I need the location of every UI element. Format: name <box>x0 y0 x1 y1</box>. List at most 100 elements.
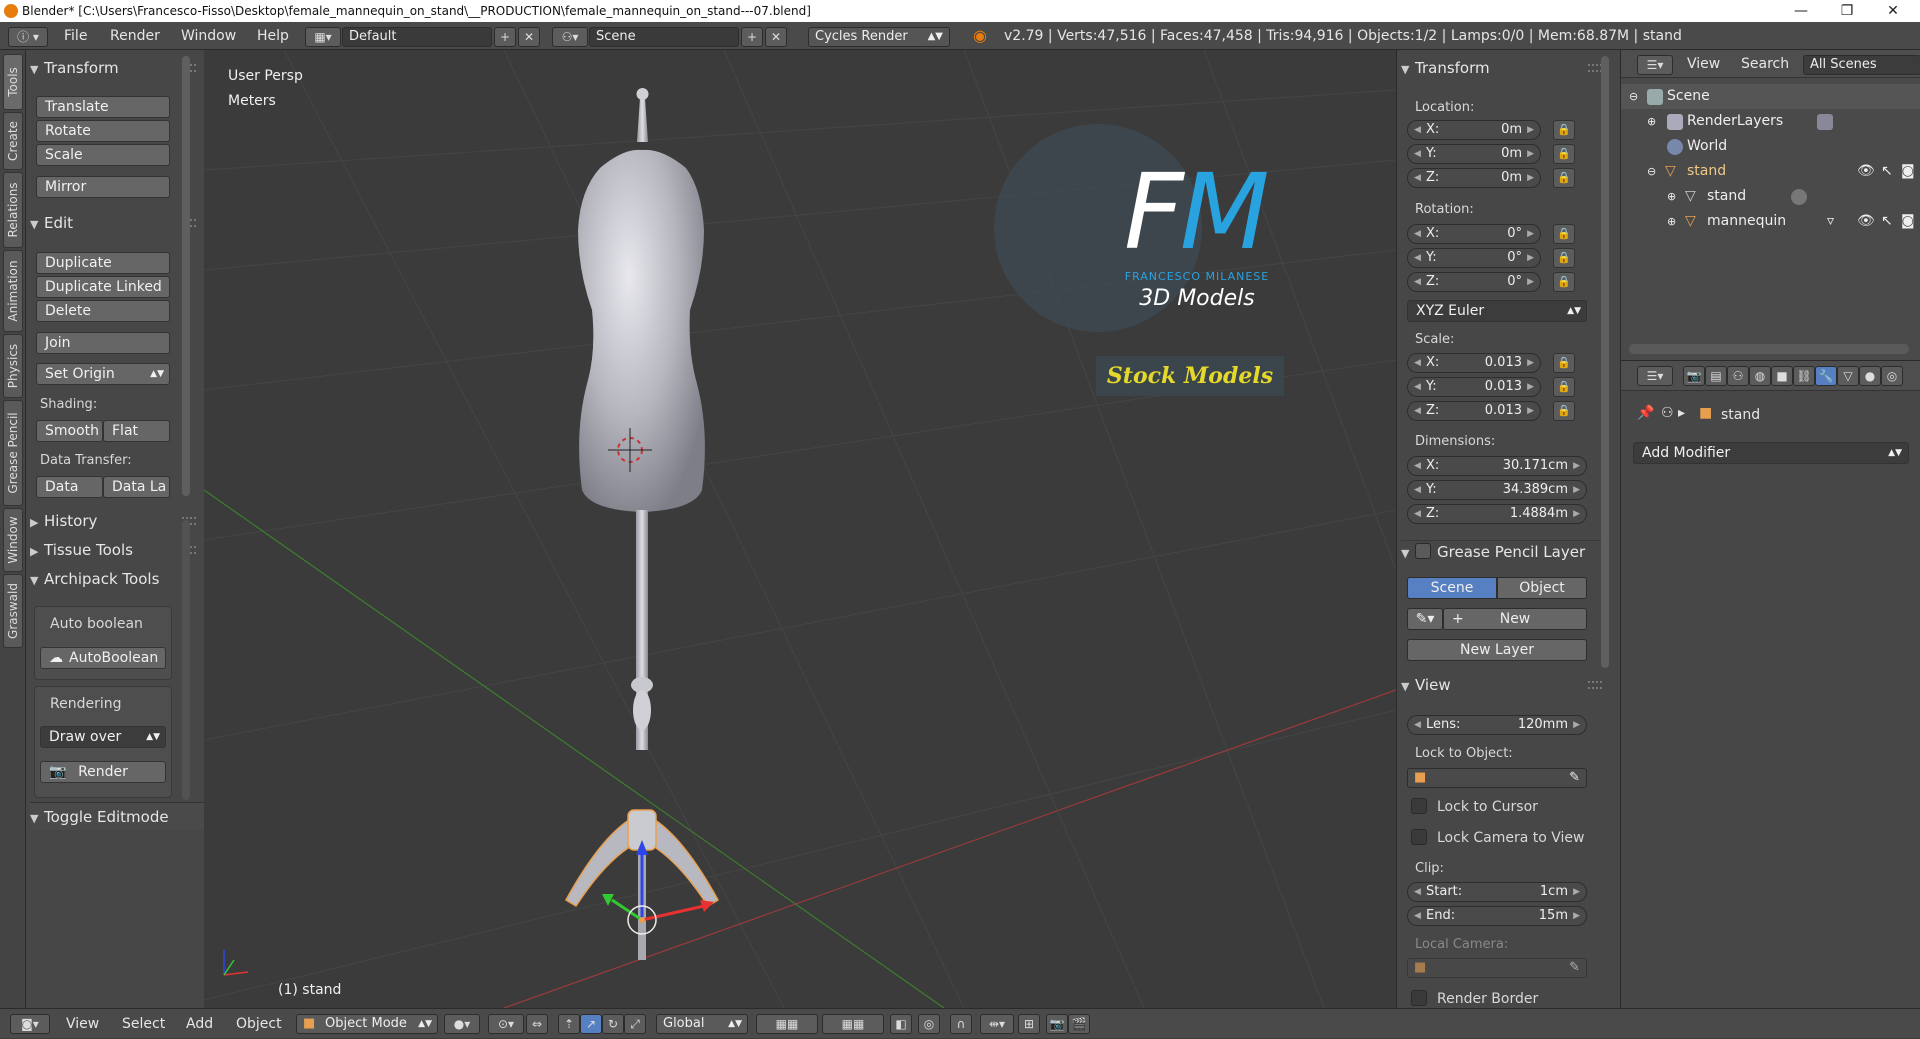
dimensions-y-field[interactable]: ◀ Y: 34.389cm ▶ <box>1407 480 1587 500</box>
local-camera-field[interactable]: ■ ✎ <box>1407 958 1587 978</box>
editor-type-3d-icon[interactable]: ◙▾ <box>10 1014 50 1034</box>
transform-orientation-select[interactable]: Global ▲▼ <box>656 1014 748 1034</box>
pivot-point-icon[interactable]: ⊙▾ <box>488 1014 524 1034</box>
tab-window[interactable]: Window <box>3 508 23 572</box>
translate-button[interactable]: Translate <box>36 96 170 118</box>
outliner-filter-select[interactable]: All Scenes <box>1803 55 1920 75</box>
tab-tools[interactable]: Tools <box>3 54 23 110</box>
add-layout-icon[interactable]: + <box>494 27 516 47</box>
tab-graswald[interactable]: Graswald <box>3 574 23 648</box>
minimize-button[interactable]: — <box>1778 0 1824 22</box>
modifiers-tab-icon[interactable]: 🔧 <box>1815 366 1837 386</box>
viewport-shading-icon[interactable]: ●▾ <box>444 1014 480 1034</box>
toolshelf-scrollbar-track[interactable] <box>182 520 190 800</box>
edit-panel-header[interactable]: ▼ Edit <box>30 212 73 234</box>
rotate-widget-icon[interactable]: ↻ <box>602 1014 624 1034</box>
panel-grip-icon[interactable] <box>1588 681 1602 689</box>
scale-y-field[interactable]: ◀ Y: 0.013 ▶ <box>1407 377 1541 397</box>
scale-button[interactable]: Scale <box>36 144 170 166</box>
lock-to-cursor-checkbox[interactable] <box>1411 798 1427 814</box>
outliner-row-stand-mesh[interactable]: ⊕ ▽ stand <box>1621 184 1920 209</box>
physics-tab-icon[interactable]: ◎ <box>1881 366 1903 386</box>
rotation-x-field[interactable]: ◀ X: 0° ▶ <box>1407 224 1541 244</box>
render-border-checkbox[interactable] <box>1411 990 1427 1006</box>
scale-x-field[interactable]: ◀ X: 0.013 ▶ <box>1407 353 1541 373</box>
transform-panel-header[interactable]: ▼ Transform <box>30 57 119 79</box>
opengl-animation-icon[interactable]: 🎬 <box>1068 1014 1090 1034</box>
scene-icon[interactable]: ⚇▾ <box>552 27 588 47</box>
scene-field[interactable]: Scene <box>589 27 739 47</box>
rotation-mode-select[interactable]: XYZ Euler ▲▼ <box>1407 300 1587 322</box>
history-panel-header[interactable]: ▶ History <box>30 510 97 532</box>
scene-tab-icon[interactable]: ⚇ <box>1727 366 1749 386</box>
manipulator-toggle-icon[interactable]: ⇔ <box>526 1014 548 1034</box>
remove-scene-icon[interactable]: ✕ <box>765 27 787 47</box>
view-panel-header[interactable]: ▼ View <box>1401 674 1451 696</box>
rotate-button[interactable]: Rotate <box>36 120 170 142</box>
scale-z-field[interactable]: ◀ Z: 0.013 ▶ <box>1407 401 1541 421</box>
tab-animation[interactable]: Animation <box>3 250 23 332</box>
location-z-field[interactable]: ◀ Z: 0m ▶ <box>1407 168 1541 188</box>
visibility-eye-icon[interactable]: 👁 <box>1857 159 1875 184</box>
delete-button[interactable]: Delete <box>36 300 170 322</box>
close-button[interactable]: ✕ <box>1870 0 1916 22</box>
selectable-arrow-icon[interactable]: ↖ <box>1881 209 1893 234</box>
lock-icon[interactable]: 🔒 <box>1553 144 1575 164</box>
toolshelf-scrollbar[interactable] <box>182 56 190 496</box>
outliner-row-world[interactable]: World <box>1621 134 1920 159</box>
grease-pencil-checkbox[interactable] <box>1415 542 1431 559</box>
mirror-button[interactable]: Mirror <box>36 176 170 198</box>
lock-icon[interactable]: 🔒 <box>1553 248 1575 268</box>
material-icon[interactable] <box>1791 189 1807 205</box>
autoboolean-button[interactable]: ☁ AutoBoolean <box>40 647 166 669</box>
constraints-tab-icon[interactable]: ⛓ <box>1793 366 1815 386</box>
location-y-field[interactable]: ◀ Y: 0m ▶ <box>1407 144 1541 164</box>
object-tab-icon[interactable]: ■ <box>1771 366 1793 386</box>
toggle-editmode-header[interactable]: ▼ Toggle Editmode <box>30 802 204 830</box>
translate-widget-icon[interactable]: ↗ <box>580 1014 602 1034</box>
lock-icon[interactable]: 🔒 <box>1553 272 1575 292</box>
outliner-row-stand-object[interactable]: ⊖ ▽ stand 👁 ↖ ◙ <box>1621 159 1920 184</box>
opengl-render-icon[interactable]: 📷 <box>1046 1014 1068 1034</box>
outliner-row-renderlayers[interactable]: ⊕ RenderLayers <box>1621 109 1920 134</box>
tab-physics[interactable]: Physics <box>3 334 23 398</box>
menu-help[interactable]: Help <box>257 22 289 50</box>
draw-over-select[interactable]: Draw over ▲▼ <box>40 726 166 748</box>
menu-add[interactable]: Add <box>186 1009 213 1039</box>
layer-lock-icon[interactable]: ◧ <box>890 1014 912 1034</box>
layers-grid-icon[interactable]: ▦▦ <box>822 1014 884 1034</box>
expand-icon[interactable]: ⊕ <box>1647 109 1656 134</box>
expand-icon[interactable]: ⊕ <box>1667 184 1676 209</box>
outliner-row-mannequin[interactable]: ⊕ ▽ mannequin ▿ 👁 ↖ ◙ <box>1621 209 1920 234</box>
join-button[interactable]: Join <box>36 332 170 354</box>
render-tab-icon[interactable]: 📷 <box>1683 366 1705 386</box>
menu-window[interactable]: Window <box>181 22 236 50</box>
lock-object-field[interactable]: ■ ✎ <box>1407 768 1587 788</box>
lock-icon[interactable]: 🔒 <box>1553 377 1575 397</box>
restore-button[interactable]: ❐ <box>1824 0 1870 22</box>
3d-viewport[interactable]: User Persp Meters (1) stand FM FRANCESCO… <box>204 50 1396 1008</box>
rotation-z-field[interactable]: ◀ Z: 0° ▶ <box>1407 272 1541 292</box>
selectable-arrow-icon[interactable]: ↖ <box>1881 159 1893 184</box>
data-tab-icon[interactable]: ▽ <box>1837 366 1859 386</box>
outliner-horizontal-scrollbar[interactable] <box>1629 344 1909 354</box>
outliner-editor-icon[interactable]: ☰▾ <box>1637 55 1673 75</box>
lens-field[interactable]: ◀ Lens: 120mm ▶ <box>1407 715 1587 735</box>
archipack-panel-header[interactable]: ▼ Archipack Tools <box>30 568 159 590</box>
menu-select[interactable]: Select <box>122 1009 165 1039</box>
lock-icon[interactable]: 🔒 <box>1553 224 1575 244</box>
screen-layout-field[interactable]: Default <box>342 27 492 47</box>
modifier-icon[interactable]: ▿ <box>1827 209 1834 234</box>
n-transform-header[interactable]: ▼ Transform <box>1401 57 1490 79</box>
snap-icon[interactable]: ∩ <box>950 1014 972 1034</box>
dimensions-x-field[interactable]: ◀ X: 30.171cm ▶ <box>1407 456 1587 476</box>
render-engine-select[interactable]: Cycles Render ▲▼ <box>808 27 950 47</box>
layers-grid-icon[interactable]: ▦▦ <box>756 1014 818 1034</box>
menu-object[interactable]: Object <box>236 1009 282 1039</box>
eyedropper-icon[interactable]: ✎ <box>1569 769 1580 787</box>
render-camera-icon[interactable]: ◙ <box>1901 159 1915 184</box>
proportional-edit-icon[interactable]: ◎ <box>918 1014 940 1034</box>
gp-pencil-icon[interactable]: ✎▾ <box>1407 608 1443 630</box>
lock-icon[interactable]: 🔒 <box>1553 353 1575 373</box>
mode-select[interactable]: ■ Object Mode ▲▼ <box>296 1014 438 1034</box>
